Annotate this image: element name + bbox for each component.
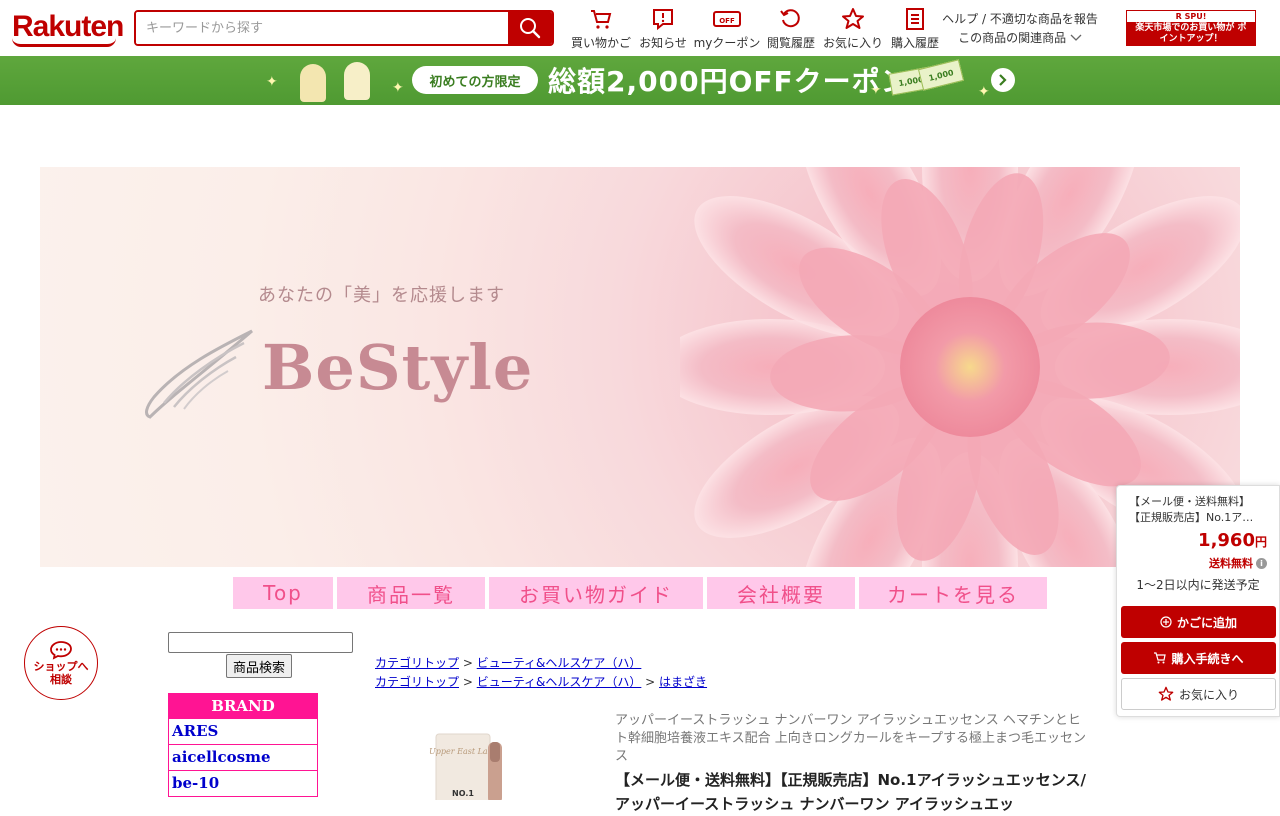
notice-icon <box>651 6 675 32</box>
spu-banner[interactable]: R SPU! 楽天市場でのお買い物が ポイントアップ！ <box>1126 10 1256 46</box>
coupon-arrow-button[interactable] <box>991 68 1015 92</box>
shop-nav-cart[interactable]: カートを見る <box>859 577 1047 609</box>
mascot-figure <box>344 62 370 100</box>
info-icon[interactable]: i <box>1256 557 1267 569</box>
logo-swoosh <box>12 38 116 47</box>
related-products-link[interactable]: この商品の関連商品 <box>940 29 1100 48</box>
shop-hero-banner: あなたの「美」を応援します BeStyle <box>40 167 1240 567</box>
checkout-button[interactable]: 購入手続きへ <box>1121 642 1276 674</box>
shop-nav-top[interactable]: Top <box>233 577 333 609</box>
brand-list: BRAND ARES aicellcosme be-10 <box>168 693 318 797</box>
nav-favorite[interactable]: お気に入り <box>822 6 884 52</box>
shop-nav-guide[interactable]: お買い物ガイド <box>489 577 703 609</box>
consult-label-1: ショップへ <box>33 660 89 673</box>
help-area: ヘルプ / 不適切な商品を報告 この商品の関連商品 <box>940 10 1100 48</box>
first-time-pill: 初めての方限定 <box>412 66 538 94</box>
brand-item[interactable]: ARES <box>169 718 317 744</box>
nav-coupon[interactable]: OFF myクーポン <box>694 6 760 52</box>
shop-nav-company[interactable]: 会社概要 <box>707 577 855 609</box>
sparkle-icon: ✦ <box>392 80 404 96</box>
nav-notice[interactable]: お知らせ <box>638 6 688 52</box>
brand-list-header: BRAND <box>169 694 317 718</box>
add-to-cart-button[interactable]: かごに追加 <box>1121 606 1276 638</box>
nav-purchase-history-label: 購入履歴 <box>890 36 939 50</box>
search-bar <box>134 10 554 46</box>
star-icon <box>841 6 865 32</box>
breadcrumb-link[interactable]: カテゴリトップ <box>375 656 459 670</box>
cart-panel-price: 1,960円 <box>1198 530 1267 551</box>
search-input[interactable] <box>136 12 510 44</box>
nav-coupon-label: myクーポン <box>693 36 761 50</box>
breadcrumb-link[interactable]: ビューティ&ヘルスケア（ハ） <box>477 656 642 670</box>
breadcrumb-link[interactable]: カテゴリトップ <box>375 675 459 689</box>
spu-badge: R SPU! <box>1127 11 1255 22</box>
shop-tagline: あなたの「美」を応援します <box>258 285 505 306</box>
coupon-ticket: 1,000 <box>917 59 965 91</box>
nav-history[interactable]: 閲覧履歴 <box>764 6 818 52</box>
search-button[interactable] <box>508 12 552 44</box>
spu-text: 楽天市場でのお買い物が ポイントアップ！ <box>1135 23 1247 44</box>
breadcrumb-link[interactable]: はまざき <box>659 675 707 689</box>
brand-item[interactable]: aicellcosme <box>169 744 317 770</box>
chevron-right-icon <box>999 74 1007 86</box>
nav-cart-label: 買い物かご <box>570 36 631 50</box>
star-icon <box>1158 686 1174 701</box>
cart-icon <box>589 6 613 32</box>
nav-purchase-history[interactable]: 購入履歴 <box>888 6 942 52</box>
product-title: 【メール便・送料無料】【正規販売店】No.1アイラッシュエッセンス/アッパーイー… <box>615 771 1086 813</box>
shop-search-input[interactable] <box>168 632 353 653</box>
brand-item[interactable]: be-10 <box>169 770 317 796</box>
breadcrumb-link[interactable]: ビューティ&ヘルスケア（ハ） <box>477 675 642 689</box>
plus-circle-icon <box>1160 616 1172 628</box>
sparkle-icon: ✦ <box>266 74 278 90</box>
chat-bubble-icon <box>50 641 72 660</box>
receipt-icon <box>904 6 926 32</box>
consult-label-2: 相談 <box>50 673 72 686</box>
history-icon <box>779 6 803 32</box>
nav-history-label: 閲覧履歴 <box>766 36 815 50</box>
search-icon <box>520 18 541 39</box>
shop-brand-name: BeStyle <box>262 331 534 404</box>
shop-consult-button[interactable]: ショップへ 相談 <box>24 626 98 700</box>
cart-panel-delivery: 1～2日以内に発送予定 <box>1136 578 1260 592</box>
nav-notice-label: お知らせ <box>639 36 687 50</box>
breadcrumb: カテゴリトップ > ビューティ&ヘルスケア（ハ） <box>375 656 642 670</box>
coupon-icon: OFF <box>713 6 741 32</box>
wing-logo-icon <box>145 329 253 419</box>
chevron-down-icon <box>1070 34 1082 41</box>
floating-cart-panel: 【メール便・送料無料】 【正規販売店】No.1ア… 1,960円 送料無料 i … <box>1116 485 1280 717</box>
cart-icon <box>1154 652 1167 664</box>
product-image[interactable]: Upper East Lash NO.1 <box>426 720 546 800</box>
global-header: Rakuten 買い物かご お知らせ OFF myクーポン 閲覧履歴 <box>0 0 1280 57</box>
svg-text:OFF: OFF <box>719 17 735 25</box>
mascot-figure <box>300 64 326 102</box>
favorite-button[interactable]: お気に入り <box>1121 678 1276 710</box>
coupon-banner[interactable]: ✦ ✦ ✦ ✦ 初めての方限定 総額2,000円OFFクーポン 1,000 1,… <box>0 56 1280 105</box>
product-subtitle: アッパーイーストラッシュ ナンバーワン アイラッシュエッセンス ヘマチンとヒト幹… <box>615 713 1086 764</box>
cart-panel-shipping: 送料無料 i <box>1209 555 1267 571</box>
svg-text:NO.1: NO.1 <box>452 789 474 798</box>
coupon-headline: 総額2,000円OFFクーポン <box>548 65 910 98</box>
nav-cart[interactable]: 買い物かご <box>570 6 632 52</box>
shop-search-button[interactable]: 商品検索 <box>226 654 293 678</box>
breadcrumb: カテゴリトップ > ビューティ&ヘルスケア（ハ） > はまざき <box>375 675 708 689</box>
sparkle-icon: ✦ <box>978 84 990 100</box>
help-link[interactable]: ヘルプ / 不適切な商品を報告 <box>940 10 1100 29</box>
nav-favorite-label: お気に入り <box>822 36 883 50</box>
cart-panel-title: 【メール便・送料無料】 【正規販売店】No.1ア… <box>1129 495 1254 524</box>
shop-nav-products[interactable]: 商品一覧 <box>337 577 485 609</box>
svg-text:Upper East Lash: Upper East Lash <box>429 747 497 756</box>
